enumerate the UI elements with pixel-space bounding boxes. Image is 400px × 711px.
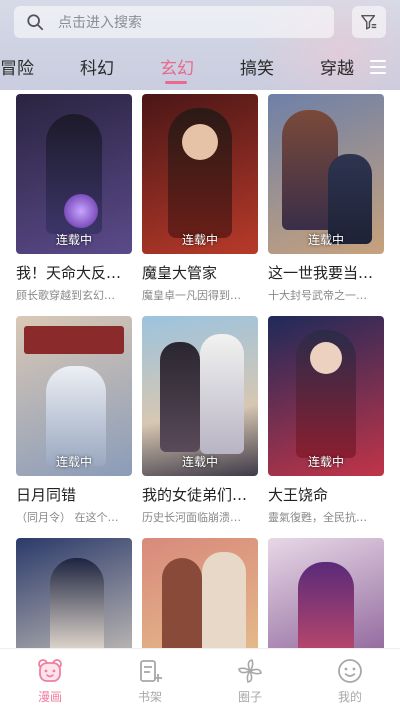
bookshelf-icon — [140, 660, 162, 682]
comic-card[interactable]: 连载中 这一世我要当… 十大封号武帝之一… — [268, 94, 384, 303]
comic-cover[interactable] — [142, 538, 258, 648]
filter-button[interactable] — [352, 6, 386, 38]
tab-adventure[interactable]: 冒险 — [0, 54, 34, 79]
comic-cover[interactable]: 连载中 — [16, 94, 132, 254]
comic-description: 魔皇卓一凡因得到… — [142, 289, 241, 302]
comic-card[interactable]: 连载中 我！天命大反… 顾长歌穿越到玄幻… — [16, 94, 132, 303]
search-row: 点击进入搜索 — [14, 6, 386, 40]
nav-label: 漫画 — [37, 690, 62, 704]
nav-bookshelf[interactable]: 书架 — [120, 657, 180, 705]
bear-icon — [38, 659, 62, 682]
comic-card[interactable]: 连载中 魔皇大管家 魔皇卓一凡因得到… — [142, 94, 258, 303]
pinwheel-icon — [238, 659, 262, 683]
category-tabs: 冒险 科幻 玄幻 搞笑 穿越 — [0, 50, 400, 86]
comic-cover[interactable]: 连载中 — [142, 316, 258, 476]
comic-title: 这一世我要当… — [268, 264, 374, 282]
tab-time-travel[interactable]: 穿越 — [320, 54, 354, 79]
comic-title: 日月同错 — [16, 486, 77, 504]
comic-cover[interactable] — [16, 538, 132, 648]
comic-cover[interactable]: 连载中 — [142, 94, 258, 254]
nav-label: 圈子 — [237, 690, 262, 704]
nav-label: 书架 — [137, 690, 162, 704]
comic-description: 历史长河面临崩溃… — [142, 511, 241, 524]
nav-circle[interactable]: 圈子 — [220, 657, 280, 705]
search-placeholder: 点击进入搜索 — [58, 15, 142, 31]
comic-card[interactable]: 连载中 大王饶命 靈氣復甦，全民抗… — [268, 316, 384, 525]
status-label: 连载中 — [307, 233, 344, 247]
comic-description: （同月令） 在这个… — [16, 511, 119, 524]
comic-card[interactable] — [268, 538, 384, 648]
nav-profile[interactable]: 我的 — [320, 657, 380, 705]
nav-comics[interactable]: 漫画 — [20, 657, 80, 705]
comic-card[interactable] — [16, 538, 132, 648]
header: 点击进入搜索 冒险 科幻 玄幻 搞笑 穿越 — [0, 0, 400, 90]
comic-description: 顾长歌穿越到玄幻… — [16, 289, 115, 302]
status-label: 连载中 — [55, 455, 92, 469]
tab-fantasy[interactable]: 玄幻 — [160, 54, 194, 79]
comic-cover[interactable]: 连载中 — [268, 316, 384, 476]
menu-icon[interactable] — [370, 60, 386, 74]
active-tab-indicator — [165, 81, 187, 84]
tab-scifi[interactable]: 科幻 — [80, 54, 114, 79]
search-box[interactable]: 点击进入搜索 — [14, 6, 334, 38]
status-label: 连载中 — [181, 455, 218, 469]
status-label: 连载中 — [307, 455, 344, 469]
comic-cover[interactable]: 连载中 — [16, 316, 132, 476]
status-label: 连载中 — [55, 233, 92, 247]
comic-cover[interactable]: 连载中 — [268, 94, 384, 254]
bottom-navigation: 漫画 书架 圈子 我的 — [0, 648, 400, 711]
comic-card[interactable] — [142, 538, 258, 648]
nav-label: 我的 — [337, 690, 362, 704]
search-icon — [27, 14, 44, 31]
tab-comedy[interactable]: 搞笑 — [240, 54, 274, 79]
comic-card[interactable]: 连载中 我的女徒弟们… 历史长河面临崩溃… — [142, 316, 258, 525]
comic-title: 大王饶命 — [268, 486, 329, 504]
comic-description: 靈氣復甦，全民抗… — [268, 511, 367, 524]
comic-title: 我的女徒弟们… — [142, 486, 248, 504]
comic-title: 魔皇大管家 — [142, 264, 218, 282]
smiley-icon — [338, 659, 362, 683]
comic-card[interactable]: 连载中 日月同错 （同月令） 在这个… — [16, 316, 132, 525]
comic-grid: 连载中 我！天命大反… 顾长歌穿越到玄幻… 连载中 魔皇大管家 魔皇卓一凡因得到… — [0, 90, 400, 648]
filter-icon — [361, 14, 377, 30]
status-label: 连载中 — [181, 233, 218, 247]
comic-title: 我！天命大反… — [16, 264, 122, 282]
comic-cover[interactable] — [268, 538, 384, 648]
comic-description: 十大封号武帝之一… — [268, 289, 367, 302]
